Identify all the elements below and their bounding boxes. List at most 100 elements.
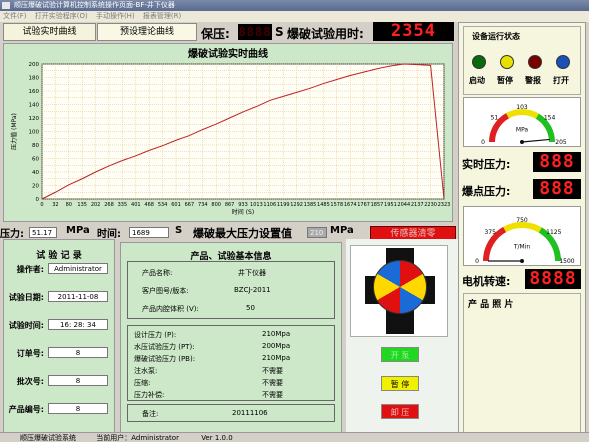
gauge-tick-label: 154 [544,114,556,121]
product-name-value: 井下仪器 [238,269,266,277]
pressure-gauge: 0 51 103 154 205 MPa [463,97,581,147]
sensor-zero-button[interactable]: 传感器清零 [370,226,456,240]
test-time-label: 爆破试验用时: [287,27,364,41]
y-tick-label: 20 [32,184,39,190]
param-label: 压力补偿: [134,391,165,399]
pause-button[interactable]: 暂 停 [381,376,419,391]
hold-display: 8888 [238,24,272,40]
record-field-label: 产品编号: [8,405,44,414]
record-field-value[interactable]: 8 [48,403,108,414]
param-label: 设计压力 (P): [134,331,177,339]
x-tick-label: 1106 [263,202,276,208]
param-label: 注水泵: [134,367,158,375]
param-label: 水压试验压力 (PT): [134,343,195,351]
gauge-tick-label: 375 [484,229,496,236]
x-tick-label: 2044 [397,202,410,208]
x-tick-label: 734 [198,202,208,208]
gauge-tick-label: 0 [481,139,485,146]
x-tick-label: 534 [158,202,168,208]
x-tick-label: 268 [104,202,114,208]
release-pressure-button[interactable]: 卸 压 [381,404,419,419]
x-tick-label: 1013 [250,202,263,208]
test-time-display: 2354 [373,22,454,41]
x-tick-label: 800 [211,202,221,208]
x-tick-label: 867 [225,202,235,208]
menu-manual[interactable]: 手动操作(H) [93,12,138,20]
params-box: 设计压力 (P): 210Mpa 水压试验压力 (PT): 200Mpa 爆破试验压力 … [127,325,335,401]
param-value: 不需要 [262,391,283,399]
hold-unit: S [275,25,284,39]
menu-file[interactable]: 文件(F) [0,12,30,20]
gauge-tick-label: 750 [516,217,528,224]
hold-label: 保压: [201,27,230,41]
pressure-label: 压力: [0,229,24,240]
x-tick-label: 135 [77,202,87,208]
product-box: 产品名称: 井下仪器 客户图号/版本: BZCJ-2011 产品内腔体积 (V)… [127,261,335,319]
tab-preset-curve[interactable]: 预设理论曲线 [97,23,197,41]
max-pressure-input[interactable]: 210 [307,227,327,238]
valve-icon [373,260,427,314]
burst-pressure-display: 888 [533,179,581,199]
lamp-1-label: 暂停 [497,76,513,85]
x-tick-label: 335 [118,202,128,208]
param-label: 压缩: [134,379,151,387]
gauge-tick-label: 103 [516,104,528,111]
x-tick-label: 2230 [424,202,437,208]
gauge-unit: T/Min [513,243,531,250]
volume-value: 50 [246,304,255,312]
y-tick-label: 160 [29,89,40,95]
lamp-0-icon [472,55,486,69]
x-tick-label: 1385 [304,202,317,208]
gauge-unit: MPa [516,127,529,134]
y-tick-label: 40 [32,170,39,176]
time-label: 时间: [97,229,121,240]
record-field-label: 试验日期: [8,293,44,302]
record-field-label: 订单号: [16,349,44,358]
x-tick-label: 1767 [357,202,370,208]
record-field-value[interactable]: 2011-11-08 [48,291,108,302]
status-user: 当前用户：Administrator [96,434,179,442]
x-tick-label: 1578 [330,202,343,208]
speed-gauge-svg: 0 375 750 1125 1500 T/Min [475,217,575,265]
remark-label: 备注: [142,410,159,418]
app-icon [2,2,10,9]
tab-realtime-curve[interactable]: 试验实时曲线 [3,23,96,41]
realtime-pressure-label: 实时压力: [462,158,511,171]
y-tick-label: 200 [29,62,40,68]
start-pump-button[interactable]: 开 泵 [381,347,419,362]
record-field-label: 操作者: [16,265,44,274]
status-app: 顺压爆破试验系统 [20,434,76,442]
remark-box: 备注: 20111106 [127,404,335,422]
record-field-label: 批次号: [16,377,44,386]
device-status-title: 设备运行状态 [472,32,520,41]
x-tick-label: 401 [131,202,141,208]
right-panel: 设备运行状态 启动 暂停 警报 打开 0 51 103 154 205 MPa 实时压力: 88… [458,22,586,435]
chart-title: 爆破试验实时曲线 [188,47,268,60]
x-tick-label: 2323 [438,202,451,208]
chart-panel: 爆破试验实时曲线 0 20 40 60 80 100 120 140 160 180 200 0 32 80… [3,43,453,222]
drawing-label: 客户图号/版本: [142,287,189,295]
record-field-value[interactable]: 16: 28: 34 [48,319,108,330]
y-axis-label: 压力值 (MPa) [10,113,18,150]
record-field-value[interactable]: Administrator [48,263,108,274]
y-tick-label: 120 [29,116,40,122]
x-tick-label: 468 [144,202,154,208]
gauge-needle [521,138,550,143]
product-name-label: 产品名称: [142,269,173,277]
menu-open-program[interactable]: 打开实验程序(O) [32,12,91,20]
remark-value: 20111106 [232,409,268,417]
menu-bar: 文件(F) 打开实验程序(O) 手动操作(H) 报表管理(R) [0,11,589,22]
realtime-pressure-display: 888 [533,152,581,172]
x-tick-label: 1485 [317,202,330,208]
window-title-bar: 顺压爆破试验计算机控制系统操作页面-BF-井下仪器 [0,0,589,11]
max-pressure-label: 爆破最大压力设置值 [193,227,292,240]
volume-label: 产品内腔体积 (V): [142,305,199,313]
burst-pressure-label: 爆点压力: [462,185,511,198]
time-unit: S [175,225,183,236]
speed-gauge: 0 375 750 1125 1500 T/Min [463,206,581,266]
y-tick-label: 60 [32,157,39,163]
menu-report[interactable]: 报表管理(R) [140,12,184,20]
motor-speed-label: 电机转速: [462,275,511,288]
record-field-value[interactable]: 8 [48,347,108,358]
record-field-value[interactable]: 8 [48,375,108,386]
